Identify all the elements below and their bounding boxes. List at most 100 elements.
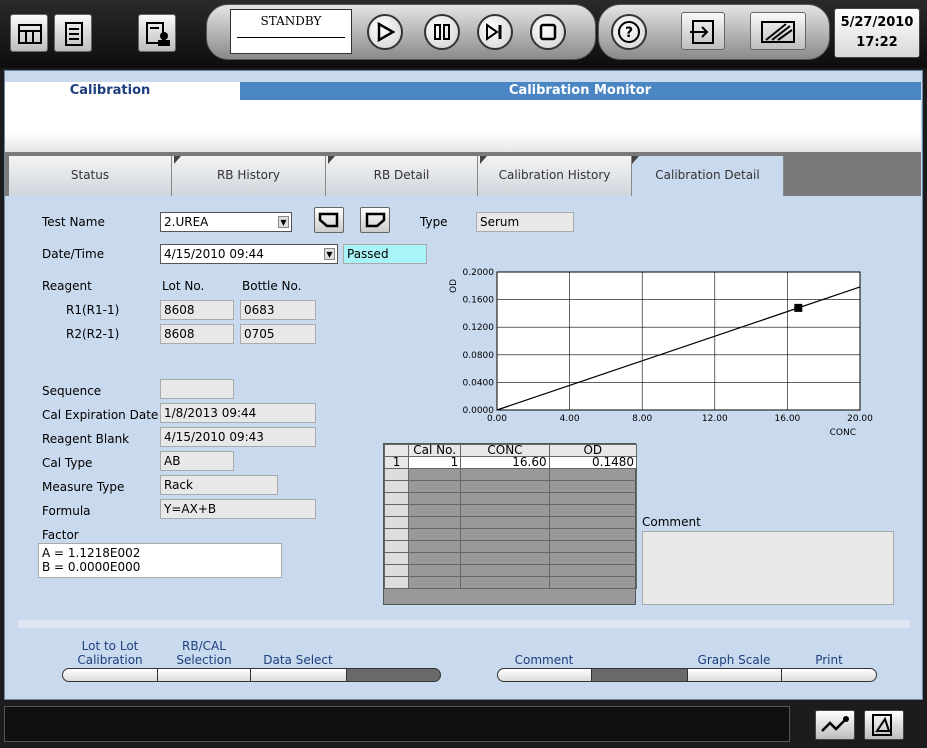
rbcal-line2: Selection bbox=[176, 653, 232, 667]
sampling-stop-button[interactable] bbox=[477, 14, 513, 50]
logoff-icon bbox=[761, 21, 795, 43]
table-row bbox=[383, 552, 638, 565]
tab-rb-history-label: RB History bbox=[216, 168, 281, 182]
bottle-no-header: Bottle No. bbox=[242, 279, 302, 293]
reagent-label: Reagent bbox=[42, 279, 92, 293]
help-button[interactable]: ? bbox=[611, 14, 647, 50]
cal-expiration-value: 1/8/2013 09:44 bbox=[160, 403, 316, 423]
plot-area bbox=[496, 271, 861, 411]
factor-box: A = 1.1218E002 B = 0.0000E000 bbox=[38, 543, 282, 578]
datetime-display: 5/27/2010 17:22 bbox=[834, 8, 920, 58]
reagent-r2-bottle: 0705 bbox=[240, 324, 316, 344]
result-status-badge: Passed bbox=[343, 244, 427, 264]
rbcal-selection-button[interactable] bbox=[157, 668, 251, 682]
y-axis-label: OD bbox=[449, 279, 459, 293]
sequence-label: Sequence bbox=[42, 384, 102, 398]
message-area bbox=[5, 100, 921, 152]
chevron-down-icon: ▼ bbox=[324, 248, 335, 260]
comment-field[interactable] bbox=[642, 531, 894, 605]
comment-button[interactable] bbox=[497, 668, 592, 682]
table-row[interactable]: 1 1 16.60 0.1480 bbox=[383, 456, 638, 469]
lot-to-lot-label: Lot to Lot Calibration bbox=[62, 639, 158, 667]
x-tick-label: 20.00 bbox=[847, 414, 873, 424]
formula-value: Y=AX+B bbox=[160, 499, 316, 519]
tab-corner-shape bbox=[215, 82, 240, 100]
lot-to-lot-line2: Calibration bbox=[77, 653, 143, 667]
print-button[interactable] bbox=[781, 668, 877, 682]
test-name-select[interactable]: 2.UREA ▼ bbox=[160, 212, 292, 232]
start-button[interactable] bbox=[367, 14, 403, 50]
reagent-r1-label: R1(R1-1) bbox=[66, 303, 120, 317]
comment-button-label: Comment bbox=[514, 653, 574, 667]
lot-to-lot-calibration-button[interactable] bbox=[62, 668, 158, 682]
cal-type-label: Cal Type bbox=[42, 456, 93, 470]
next-icon bbox=[365, 212, 386, 228]
measure-type-value: Rack bbox=[160, 475, 278, 495]
calibration-curve-chart: 0.00 4.00 8.00 12.00 16.00 20.000.00000.04000… bbox=[449, 268, 873, 438]
measure-type-label: Measure Type bbox=[42, 480, 125, 494]
reagent-r2-lot: 8608 bbox=[160, 324, 234, 344]
switch-button[interactable] bbox=[681, 12, 725, 50]
table-row bbox=[383, 576, 638, 589]
cal-expiration-label: Cal Expiration Date bbox=[42, 408, 159, 422]
sequence-value bbox=[160, 379, 234, 399]
previous-icon bbox=[318, 212, 339, 228]
type-value: Serum bbox=[476, 212, 574, 232]
lot-to-lot-line1: Lot to Lot bbox=[81, 639, 139, 653]
svg-text:?: ? bbox=[625, 25, 633, 41]
factor-a-value: A = 1.1218E002 bbox=[42, 546, 141, 560]
test-name-label: Test Name bbox=[42, 215, 105, 229]
table-row bbox=[383, 516, 638, 529]
x-tick-label: 16.00 bbox=[775, 414, 801, 424]
tab-status-label: Status bbox=[70, 168, 110, 182]
graph-scale-button[interactable] bbox=[687, 668, 782, 682]
table-row bbox=[383, 540, 638, 553]
x-tick-label: 4.00 bbox=[560, 414, 580, 424]
tab-calibration-history-label: Calibration History bbox=[498, 168, 611, 182]
x-tick-label: 12.00 bbox=[702, 414, 728, 424]
page-title: Calibration Monitor bbox=[508, 83, 652, 98]
system-status-display: STANDBY bbox=[230, 9, 352, 54]
graph-scale-label: Graph Scale bbox=[697, 653, 771, 667]
user-report-icon bbox=[146, 22, 170, 46]
x-axis-label: CONC bbox=[830, 428, 856, 438]
cal-type-value: AB bbox=[160, 451, 234, 471]
row-index: 1 bbox=[383, 456, 410, 469]
logoff-button[interactable] bbox=[750, 12, 806, 50]
alarm-button[interactable] bbox=[864, 710, 904, 740]
play-icon bbox=[377, 21, 396, 43]
table-row bbox=[383, 492, 638, 505]
stop-button[interactable] bbox=[530, 14, 566, 50]
layout-menu-button[interactable] bbox=[10, 14, 48, 52]
datetime-select[interactable]: 4/15/2010 09:44 ▼ bbox=[160, 244, 338, 264]
bottom-separator bbox=[18, 620, 910, 628]
user-report-button[interactable] bbox=[138, 14, 176, 52]
print-label: Print bbox=[815, 653, 843, 667]
reagent-r2-label: R2(R2-1) bbox=[66, 327, 120, 341]
y-tick-label: 0.0800 bbox=[463, 351, 495, 361]
system-status-text: STANDBY bbox=[260, 14, 322, 28]
data-select-button[interactable] bbox=[250, 668, 347, 682]
step-icon bbox=[486, 23, 502, 41]
list-menu-button[interactable] bbox=[54, 14, 92, 52]
tab-notches bbox=[174, 156, 639, 164]
reagent-r1-lot: 8608 bbox=[160, 300, 234, 320]
table-row bbox=[383, 468, 638, 481]
switch-icon bbox=[690, 20, 714, 44]
wrench-icon bbox=[821, 716, 849, 732]
table-row bbox=[383, 528, 638, 541]
layout-icon bbox=[18, 24, 42, 44]
y-tick-label: 0.0000 bbox=[463, 406, 495, 416]
pause-button[interactable] bbox=[424, 14, 460, 50]
alarm-icon bbox=[872, 714, 892, 736]
next-test-button[interactable] bbox=[360, 207, 390, 233]
stop-icon bbox=[539, 23, 557, 41]
formula-label: Formula bbox=[42, 504, 91, 518]
od-cell: 0.1480 bbox=[548, 456, 638, 469]
previous-test-button[interactable] bbox=[314, 207, 344, 233]
maintenance-button[interactable] bbox=[815, 710, 855, 740]
data-select-label: Data Select bbox=[263, 653, 333, 667]
table-row bbox=[383, 480, 638, 493]
data-point bbox=[794, 303, 803, 312]
comment-label: Comment bbox=[642, 515, 701, 529]
